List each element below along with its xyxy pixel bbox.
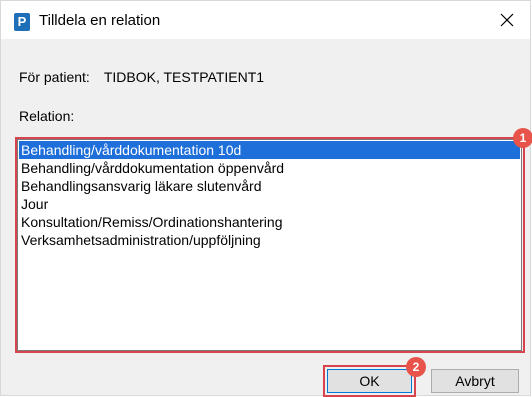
step-badge-1: 1 (513, 128, 532, 148)
patient-row: För patient: TIDBOK, TESTPATIENT1 (19, 69, 264, 85)
relation-label: Relation: (19, 108, 75, 124)
list-item[interactable]: Konsultation/Remiss/Ordinationshantering (19, 213, 520, 231)
relation-listbox[interactable]: Behandling/vårddokumentation 10d Behandl… (17, 139, 522, 351)
ok-button[interactable]: OK (327, 369, 412, 393)
list-item[interactable]: Behandling/vårddokumentation öppenvård (19, 159, 520, 177)
assign-relation-dialog: P Tilldela en relation För patient: TIDBO… (0, 0, 532, 397)
patient-value: TIDBOK, TESTPATIENT1 (103, 69, 265, 85)
window-title: Tilldela en relation (39, 12, 161, 29)
title-bar: P Tilldela en relation (1, 1, 530, 39)
app-icon: P (14, 13, 30, 31)
list-item[interactable]: Behandlingsansvarig läkare slutenvård (19, 177, 520, 195)
list-item[interactable]: Jour (19, 195, 520, 213)
close-icon (500, 13, 514, 27)
close-button[interactable] (484, 1, 530, 39)
cancel-button[interactable]: Avbryt (431, 369, 519, 393)
list-item[interactable]: Verksamhetsadministration/uppföljning (19, 231, 520, 249)
patient-label: För patient: (19, 69, 90, 85)
step-badge-2: 2 (406, 357, 426, 377)
list-item[interactable]: Behandling/vårddokumentation 10d (19, 141, 520, 159)
